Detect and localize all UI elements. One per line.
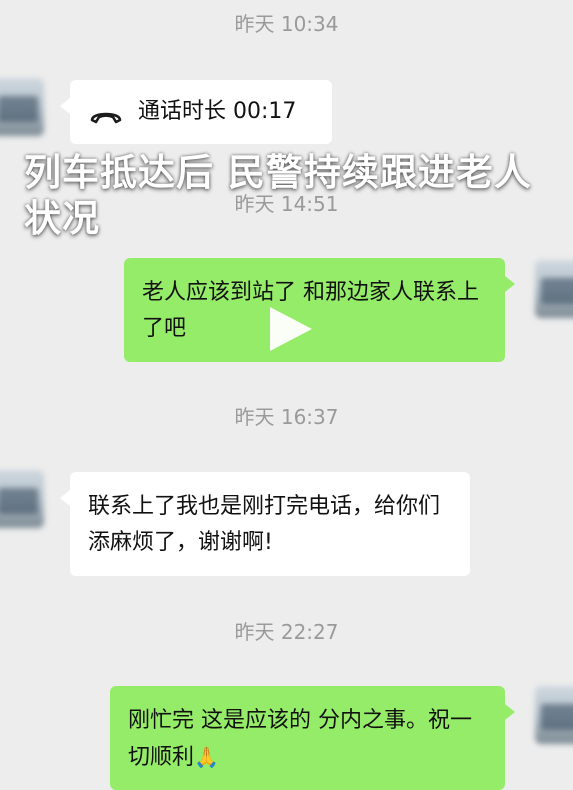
play-icon[interactable] <box>268 305 316 353</box>
timestamp: 昨天 22:27 <box>234 620 339 644</box>
call-record-bubble[interactable]: 通话时长 00:17 <box>60 80 332 144</box>
self-avatar[interactable] <box>535 260 573 318</box>
timestamp: 昨天 16:37 <box>234 405 339 429</box>
message-text: 联系上了我也是刚打完电话，给你们添麻烦了，谢谢啊! <box>88 494 441 555</box>
call-duration-text: 通话时长 00:17 <box>138 99 297 124</box>
incoming-message-bubble[interactable]: 联系上了我也是刚打完电话，给你们添麻烦了，谢谢啊! <box>60 472 470 576</box>
contact-avatar[interactable] <box>0 78 44 136</box>
timestamp: 昨天 10:34 <box>234 12 339 36</box>
outgoing-message-bubble[interactable]: 刚忙完 这是应该的 分内之事。祝一切顺利🙏 <box>110 686 515 790</box>
contact-avatar[interactable] <box>0 470 44 528</box>
video-caption-title: 列车抵达后 民警持续跟进老人状况 <box>24 151 532 240</box>
phone-icon <box>88 102 124 124</box>
message-text: 刚忙完 这是应该的 分内之事。祝一切顺利 <box>128 708 472 770</box>
folded-hands-icon: 🙏 <box>194 745 219 769</box>
self-avatar[interactable] <box>535 686 573 744</box>
